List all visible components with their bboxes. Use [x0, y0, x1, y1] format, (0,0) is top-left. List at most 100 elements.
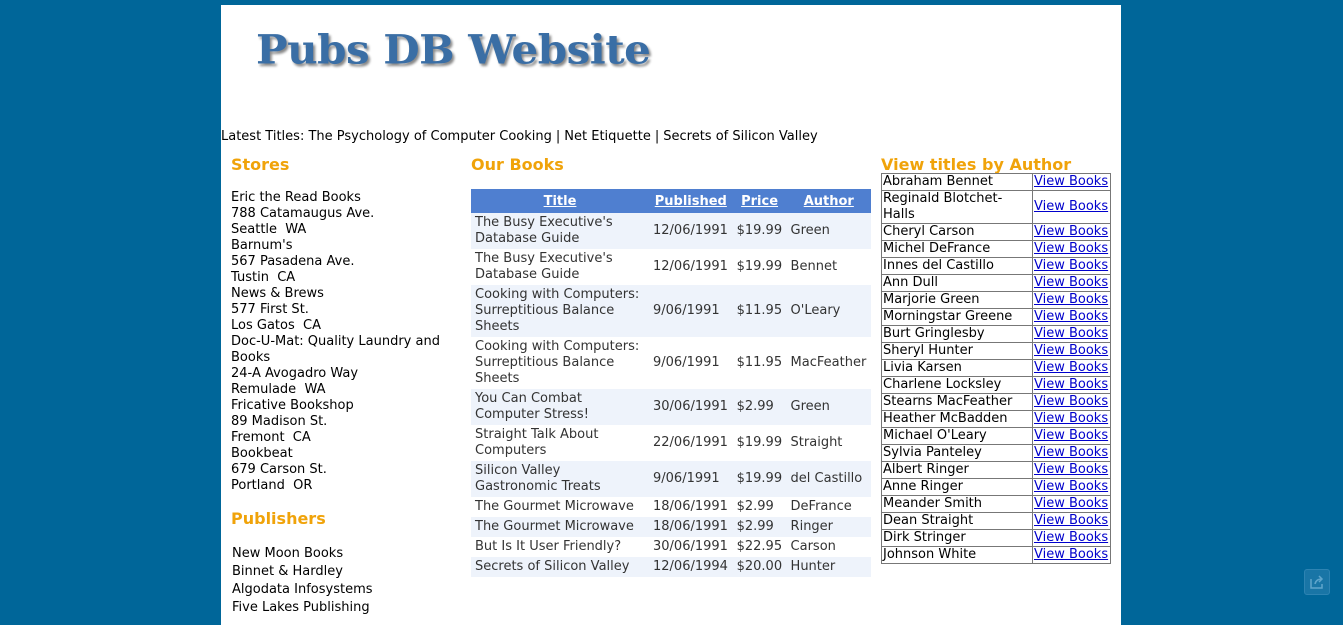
author-name: Heather McBadden [881, 410, 1033, 428]
stores-list: Eric the Read Books 788 Catamaugus Ave. Se… [231, 190, 461, 494]
view-books-link[interactable]: View Books [1034, 360, 1108, 375]
author-link-cell: View Books [1032, 325, 1111, 343]
author-name: Michael O'Leary [881, 427, 1033, 445]
book-author: O'Leary [786, 285, 871, 337]
publisher-item[interactable]: Binnet & Hardley [232, 563, 462, 581]
book-title: You Can Combat Computer Stress! [471, 389, 649, 425]
book-author: DeFrance [790, 499, 852, 514]
sort-price-header[interactable]: Price [732, 189, 787, 213]
view-books-link[interactable]: View Books [1034, 326, 1108, 341]
author-name: Morningstar Greene [881, 308, 1033, 326]
latest-title-link[interactable]: Secrets of Silicon Valley [663, 129, 817, 144]
author-link-cell: View Books [1032, 478, 1111, 496]
author-link-cell: View Books [1032, 410, 1111, 428]
view-books-link[interactable]: View Books [1034, 343, 1108, 358]
view-books-link[interactable]: View Books [1034, 241, 1108, 256]
book-author: Straight [790, 435, 843, 450]
book-title: The Gourmet Microwave [475, 499, 634, 514]
book-price: $11.95 [736, 355, 783, 370]
author-name: Meander Smith [881, 495, 1033, 513]
store-item: Bookbeat 679 Carson St. Portland OR [231, 446, 461, 494]
view-books-link[interactable]: View Books [1034, 199, 1108, 214]
author-link-cell: View Books [1032, 173, 1111, 191]
author-row: Michael O'Leary View Books [881, 427, 1111, 445]
site-logo[interactable]: Pubs DB Website [256, 26, 651, 73]
view-books-link[interactable]: View Books [1034, 394, 1108, 409]
view-books-link[interactable]: View Books [1034, 377, 1108, 392]
author-name: Marjorie Green [881, 291, 1033, 309]
view-books-link[interactable]: View Books [1034, 224, 1108, 239]
book-published: 12/06/1991 [653, 259, 728, 274]
author-name: Anne Ringer [881, 478, 1033, 496]
view-books-link[interactable]: View Books [1034, 496, 1108, 511]
sort-author-header[interactable]: Author [786, 189, 871, 213]
author-link-cell: View Books [1032, 342, 1111, 360]
store-name: Bookbeat [231, 446, 293, 461]
book-author: Carson [790, 539, 836, 554]
book-row: You Can Combat Computer Stress! 30/06/199… [471, 389, 871, 425]
book-published: 30/06/1991 [653, 539, 728, 554]
author-row: Charlene Locksley View Books [881, 376, 1111, 394]
author-link-cell: View Books [1032, 529, 1111, 547]
book-price: $19.99 [736, 435, 783, 450]
book-author: del Castillo [786, 461, 871, 497]
view-books-link[interactable]: View Books [1034, 462, 1108, 477]
store-city: Fremont CA [231, 430, 311, 445]
books-table-header: Title Published Price Author [471, 189, 871, 213]
publisher-item[interactable]: New Moon Books [232, 545, 462, 563]
author-name: Charlene Locksley [881, 376, 1033, 394]
author-row: Sylvia Panteley View Books [881, 444, 1111, 462]
book-price: $20.00 [732, 557, 787, 577]
author-name: Stearns MacFeather [881, 393, 1033, 411]
author-link-cell: View Books [1032, 308, 1111, 326]
sort-title-header[interactable]: Title [471, 189, 649, 213]
latest-title-link[interactable]: The Psychology of Computer Cooking [308, 129, 551, 144]
store-city: Seattle WA [231, 222, 307, 237]
view-books-link[interactable]: View Books [1034, 445, 1108, 460]
store-street: 89 Madison St. [231, 414, 328, 429]
view-books-link[interactable]: View Books [1034, 530, 1108, 545]
share-icon[interactable] [1304, 569, 1330, 595]
book-price: $2.99 [732, 389, 787, 425]
sort-published-header[interactable]: Published [649, 189, 733, 213]
publishers-heading: Publishers [231, 509, 326, 528]
view-books-link[interactable]: View Books [1034, 513, 1108, 528]
book-row: The Busy Executive's Database Guide 12/06… [471, 249, 871, 285]
latest-title-link[interactable]: Net Etiquette [564, 129, 651, 144]
book-published: 18/06/1991 [649, 517, 733, 537]
book-author: Ringer [786, 517, 871, 537]
view-books-link[interactable]: View Books [1034, 547, 1108, 562]
book-price: $19.99 [732, 213, 787, 249]
view-books-link[interactable]: View Books [1034, 309, 1108, 324]
book-price: $19.99 [732, 461, 787, 497]
book-row: Secrets of Silicon Valley 12/06/1994 $20.0… [471, 557, 871, 577]
view-books-link[interactable]: View Books [1034, 292, 1108, 307]
view-books-link[interactable]: View Books [1034, 258, 1108, 273]
author-name: Sheryl Hunter [881, 342, 1033, 360]
author-link-cell: View Books [1032, 376, 1111, 394]
book-title: But Is It User Friendly? [475, 539, 622, 554]
view-books-link[interactable]: View Books [1034, 275, 1108, 290]
book-published: 9/06/1991 [649, 461, 733, 497]
store-street: 24-A Avogadro Way [231, 366, 359, 381]
author-row: Ann Dull View Books [881, 274, 1111, 292]
latest-titles-label: Latest Titles: [221, 129, 305, 144]
view-books-link[interactable]: View Books [1034, 411, 1108, 426]
publisher-item[interactable]: Five Lakes Publishing [232, 599, 462, 617]
store-city: Tustin CA [231, 270, 296, 285]
store-city: Los Gatos CA [231, 318, 321, 333]
publisher-item[interactable]: Algodata Infosystems [232, 581, 462, 599]
view-books-link[interactable]: View Books [1034, 174, 1108, 189]
store-street: 567 Pasadena Ave. [231, 254, 355, 269]
author-row: Innes del Castillo View Books [881, 257, 1111, 275]
book-title: The Busy Executive's Database Guide [475, 251, 613, 282]
view-books-link[interactable]: View Books [1034, 428, 1108, 443]
author-name: Johnson White [881, 546, 1033, 564]
author-row: Burt Gringlesby View Books [881, 325, 1111, 343]
store-item: Barnum's 567 Pasadena Ave. Tustin CA [231, 238, 461, 286]
store-street: 679 Carson St. [231, 462, 327, 477]
view-books-link[interactable]: View Books [1034, 479, 1108, 494]
store-street: 577 First St. [231, 302, 309, 317]
authors-heading: View titles by Author [881, 155, 1072, 174]
book-row: But Is It User Friendly? 30/06/1991 $22.95… [471, 537, 871, 557]
